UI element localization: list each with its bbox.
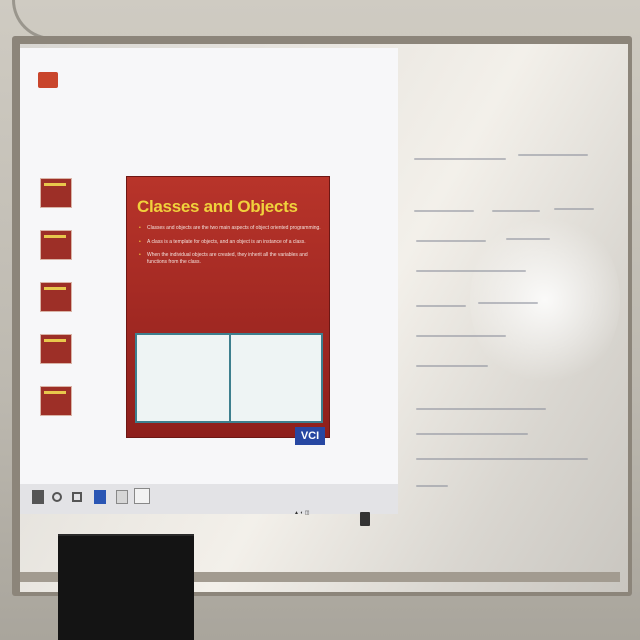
slide-thumbnail[interactable] xyxy=(40,230,72,260)
slide-thumbnail[interactable] xyxy=(40,334,72,364)
taskbar-app-icon[interactable] xyxy=(116,490,128,504)
system-tray[interactable]: ▲ ◐ ◫ xyxy=(294,510,309,516)
slide-bullets: Classes and objects are the two main asp… xyxy=(139,225,323,272)
task-view-icon[interactable] xyxy=(72,492,82,502)
bullet-item: A class is a template for objects, and a… xyxy=(139,239,323,246)
bullet-item: Classes and objects are the two main asp… xyxy=(139,225,323,232)
slide-thumbnail[interactable] xyxy=(40,178,72,208)
taskbar-app-icon[interactable] xyxy=(134,488,150,504)
notification-icon[interactable] xyxy=(360,512,370,526)
whiteboard-handwriting xyxy=(408,140,618,510)
bullet-item: When the individual objects are created,… xyxy=(139,252,323,265)
taskbar-app-icon[interactable] xyxy=(94,490,106,504)
search-icon[interactable] xyxy=(52,492,62,502)
slide-image-placeholder xyxy=(135,333,323,423)
current-slide: Classes and Objects Classes and objects … xyxy=(126,176,330,445)
start-icon[interactable] xyxy=(32,490,44,504)
computer-monitor xyxy=(58,534,194,640)
slide-title: Classes and Objects xyxy=(137,197,298,216)
slide-thumbnails xyxy=(40,178,74,438)
powerpoint-app-icon[interactable] xyxy=(38,72,58,88)
slide-thumbnail[interactable] xyxy=(40,282,72,312)
slide-thumbnail[interactable] xyxy=(40,386,72,416)
slide-logo: VCI xyxy=(295,427,325,445)
